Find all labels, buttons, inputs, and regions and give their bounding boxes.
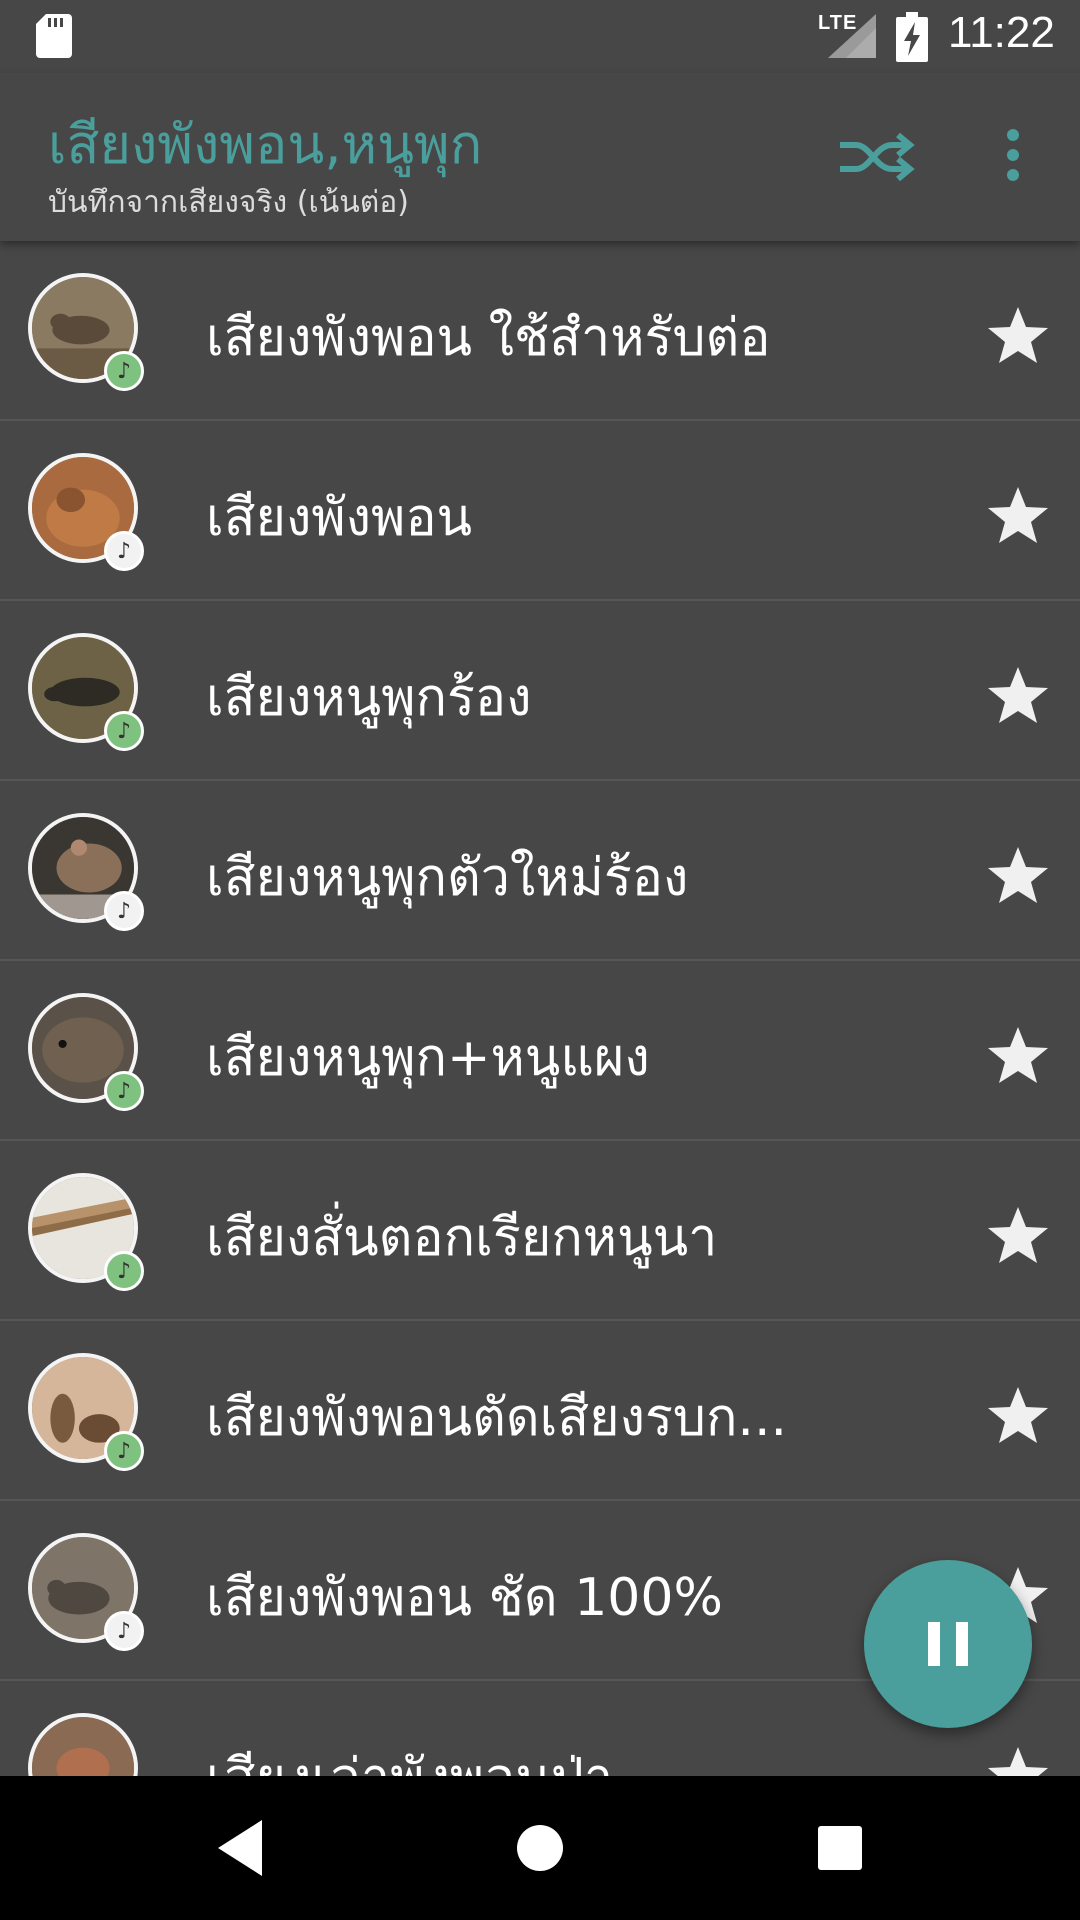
list-item[interactable]: ♪ เสียงพังพอน ใช้สำหรับต่อ	[0, 241, 1080, 421]
list-item-title: เสียงพังพอน	[206, 488, 473, 548]
status-bar: LTE 11:22	[0, 0, 1080, 73]
star-icon[interactable]	[986, 843, 1050, 907]
signal-icon	[828, 14, 876, 58]
status-clock: 11:22	[948, 8, 1055, 57]
music-note-icon: ♪	[104, 1431, 144, 1471]
list-item[interactable]: ♪ เสียงพังพอนตัดเสียงรบก...	[0, 1321, 1080, 1501]
music-note-icon: ♪	[104, 1611, 144, 1651]
music-note-icon: ♪	[104, 1251, 144, 1291]
list-item-title: เสียงหนูพุก+หนูแผง	[206, 1028, 650, 1088]
list-item-title: เสียงพังพอน ใช้สำหรับต่อ	[206, 308, 771, 368]
shuffle-icon[interactable]	[836, 125, 916, 189]
recents-icon[interactable]	[816, 1824, 864, 1872]
music-note-icon: ♪	[104, 891, 144, 931]
app-bar: เสียงพังพอน,หนูพุก บันทึกจากเสียงจริง (เ…	[0, 73, 1080, 241]
star-icon[interactable]	[986, 663, 1050, 727]
star-icon[interactable]	[986, 1203, 1050, 1267]
back-icon[interactable]	[214, 1816, 264, 1880]
more-vert-icon[interactable]	[990, 125, 1036, 189]
music-note-icon: ♪	[104, 1071, 144, 1111]
list-item-title: เสียงหนูพุกตัวใหม่ร้อง	[206, 848, 689, 908]
star-icon[interactable]	[986, 1023, 1050, 1087]
list-item[interactable]: ♪ เสียงหนูพุก+หนูแผง	[0, 961, 1080, 1141]
battery-charging-icon	[896, 12, 928, 62]
app-subtitle: บันทึกจากเสียงจริง (เน้นต่อ)	[48, 185, 409, 220]
list-item[interactable]: ♪ เสียงหนูพุกตัวใหม่ร้อง	[0, 781, 1080, 961]
sd-card-icon	[36, 14, 72, 58]
list-item-title: เสียงพังพอนตัดเสียงรบก...	[206, 1388, 788, 1448]
star-icon[interactable]	[986, 303, 1050, 367]
pause-icon	[928, 1622, 968, 1666]
list-item[interactable]: ♪ เสียงหนูพุกร้อง	[0, 601, 1080, 781]
music-note-icon: ♪	[104, 531, 144, 571]
list-item[interactable]: ♪ เสียงสั่นตอกเรียกหนูนา	[0, 1141, 1080, 1321]
navigation-bar	[0, 1776, 1080, 1920]
screen: LTE 11:22 เสียงพังพอน,หนูพุก บันทึกจากเส…	[0, 0, 1080, 1920]
star-icon[interactable]	[986, 1383, 1050, 1447]
home-icon[interactable]	[516, 1824, 564, 1872]
list-item-title: เสียงหนูพุกร้อง	[206, 668, 532, 728]
pause-button[interactable]	[864, 1560, 1032, 1728]
list-item[interactable]: ♪ เสียงพังพอน	[0, 421, 1080, 601]
music-note-icon: ♪	[104, 351, 144, 391]
app-title: เสียงพังพอน,หนูพุก	[48, 113, 483, 176]
list-item-title: เสียงพังพอน ชัด 100%	[206, 1568, 723, 1628]
music-note-icon: ♪	[104, 711, 144, 751]
list-item-title: เสียงสั่นตอกเรียกหนูนา	[206, 1208, 718, 1268]
star-icon[interactable]	[986, 483, 1050, 547]
